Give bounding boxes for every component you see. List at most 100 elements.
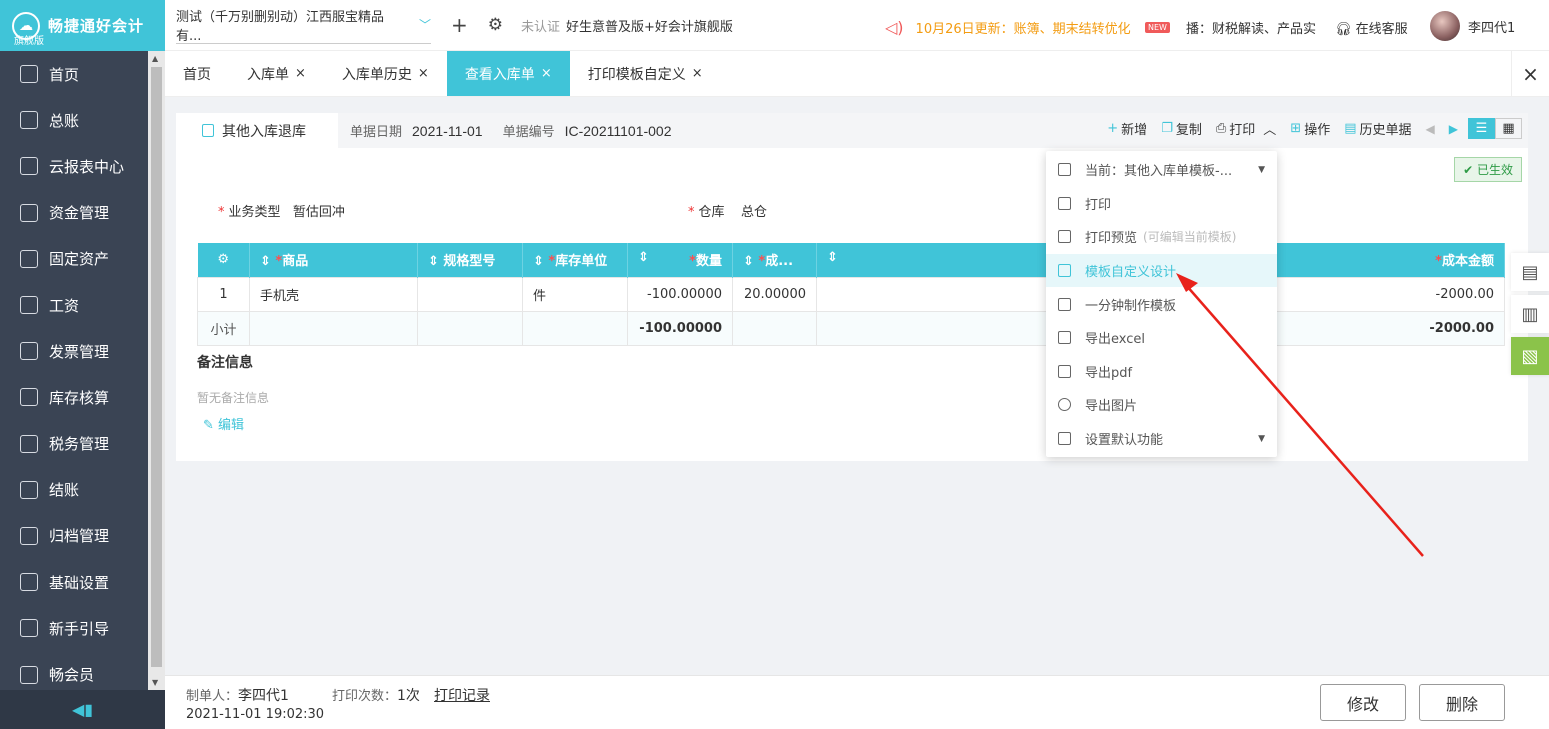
online-service-link[interactable]: 🎧︎ 在线客服 [1335, 18, 1408, 37]
sidebar-item-tax[interactable]: 税务管理 [0, 421, 148, 467]
user-menu[interactable]: 李四代1 [1430, 11, 1515, 41]
sidebar-item-guide[interactable]: 新手引导 [0, 605, 148, 651]
sidebar-item-settings[interactable]: 基础设置 [0, 559, 148, 605]
tab-view-stock-in[interactable]: 查看入库单 × [446, 51, 570, 96]
tab-label: 打印模板自定义 [587, 66, 686, 83]
sidebar-item-home[interactable]: 首页 [0, 51, 148, 97]
cell-empty [522, 310, 628, 346]
delete-button[interactable]: 删除 [1419, 684, 1505, 721]
sidebar-item-label: 结账 [49, 481, 80, 500]
tab-stock-in[interactable]: 入库单 × [229, 51, 324, 96]
play-icon [20, 619, 38, 638]
col-goods[interactable]: ⇕ *商品 [249, 243, 418, 277]
sidebar-item-label: 工资 [49, 296, 80, 315]
cell-empty [732, 310, 817, 346]
cell-empty [249, 310, 418, 346]
report-float-button[interactable]: ▥ [1511, 295, 1549, 333]
table-row[interactable]: 1 手机壳 件 -100.00000 20.00000 -2000.00 [197, 276, 1505, 312]
close-all-tabs-button[interactable]: × [1511, 51, 1549, 97]
broadcast-link[interactable]: NEW 播：财税解读、产品实 [1145, 18, 1316, 37]
app-logo[interactable]: ☁ 畅捷通好会计 旗舰版 [0, 0, 165, 51]
biz-type-field: * 业务类型 暂估回冲 [218, 201, 345, 220]
verify-status[interactable]: 未认证 [521, 16, 560, 35]
sidebar-item-assets[interactable]: 固定资产 [0, 236, 148, 282]
detail-view-icon[interactable]: ▦ [1495, 118, 1522, 139]
scroll-up-icon[interactable]: ▲ [152, 54, 158, 63]
update-notice[interactable]: ◁) 10月26日更新：账簿、期末结转优化 [885, 18, 1131, 37]
menu-item-template-design[interactable]: 模板自定义设计 [1046, 253, 1277, 288]
row-index: 1 [197, 276, 250, 312]
gear-icon[interactable]: ⚙ [488, 15, 503, 35]
remark-empty: 暂无备注信息 [197, 391, 270, 405]
doc-type-tab[interactable]: 其他入库退库 [176, 113, 338, 148]
history-label: 历史单据 [1359, 123, 1412, 138]
gear-icon [20, 573, 38, 592]
sidebar-item-inventory[interactable]: 库存核算 [0, 374, 148, 420]
doc-float-button[interactable]: ▤ [1511, 253, 1549, 291]
menu-item-current-template[interactable]: 当前：其他入库单模板-... ▼ [1046, 153, 1277, 187]
operations-button[interactable]: ⊞ 操作 [1290, 119, 1330, 138]
prev-doc-icon[interactable]: ◀ [1426, 122, 1435, 136]
menu-item-label: 当前：其他入库单模板-... [1085, 164, 1233, 180]
print-button[interactable]: ⎙ 打印 ︿ [1216, 119, 1276, 138]
new-button[interactable]: + 新增 [1107, 119, 1147, 138]
sidebar-item-funds[interactable]: 资金管理 [0, 190, 148, 236]
sidebar-item-closing[interactable]: 结账 [0, 467, 148, 513]
sidebar-item-salary[interactable]: 工资 [0, 282, 148, 328]
close-icon[interactable]: × [295, 66, 306, 81]
list-view-icon[interactable]: ☰ [1468, 118, 1495, 139]
close-icon[interactable]: × [541, 66, 552, 81]
sidebar-item-label: 畅会员 [49, 666, 95, 685]
add-icon[interactable]: + [451, 13, 468, 37]
menu-item-export-image[interactable]: 导出图片 [1046, 388, 1277, 422]
edit-icon: ✎ [203, 418, 219, 433]
tab-home[interactable]: 首页 [165, 51, 229, 96]
task-float-button[interactable]: ▧ [1511, 337, 1549, 375]
excel-icon [1058, 331, 1071, 345]
sidebar-item-ledger[interactable]: 总账 [0, 97, 148, 143]
col-qty[interactable]: ⇕ *数量 [627, 243, 733, 277]
vip-icon [20, 665, 38, 684]
menu-item-default-function[interactable]: 设置默认功能 ▼ [1046, 422, 1277, 456]
check-circle-icon: ✔ [1463, 163, 1477, 177]
col-unit[interactable]: ⇕ *库存单位 [522, 243, 628, 277]
menu-item-print[interactable]: 打印 [1046, 187, 1277, 221]
copy-button[interactable]: ❐ 复制 [1161, 119, 1202, 138]
menu-item-export-excel[interactable]: 导出excel [1046, 321, 1277, 355]
user-name: 李四代1 [1468, 20, 1516, 36]
cell-unit: 件 [522, 276, 628, 312]
col-header: 商品 [282, 254, 309, 270]
column-settings[interactable]: ⚙ [197, 243, 250, 277]
doc-date: 2021-11-01 [412, 122, 483, 139]
scrollbar-thumb[interactable] [151, 67, 162, 667]
template-design-icon [1058, 264, 1071, 278]
print-records-link[interactable]: 打印记录 [434, 685, 490, 705]
col-header: 成... [765, 254, 794, 270]
tab-stock-in-history[interactable]: 入库单历史 × [324, 51, 447, 96]
history-button[interactable]: ▤ 历史单据 [1344, 119, 1411, 138]
sidebar-item-label: 资金管理 [49, 204, 110, 223]
close-icon[interactable]: × [418, 66, 429, 81]
menu-item-export-pdf[interactable]: 导出pdf [1046, 355, 1277, 389]
collapse-sidebar-button[interactable]: ◀▮ [0, 690, 165, 729]
doc-no: IC-20211101-002 [564, 122, 672, 139]
edit-button[interactable]: 修改 [1320, 684, 1406, 721]
next-doc-icon[interactable]: ▶ [1449, 122, 1458, 136]
scroll-down-icon[interactable]: ▼ [152, 678, 158, 687]
image-icon [1058, 398, 1071, 412]
notice-text: 10月26日更新：账簿、期末结转优化 [915, 22, 1131, 37]
archive-icon [20, 526, 38, 545]
menu-item-quick-template[interactable]: 一分钟制作模板 [1046, 287, 1277, 321]
company-selector[interactable]: 测试（千万别删别动）江西服宝精品有... ﹀ [176, 6, 431, 44]
document-check-icon: ▤ [1521, 261, 1539, 283]
remark-edit-link[interactable]: ✎ 编辑 [203, 414, 244, 433]
sidebar-item-archive[interactable]: 归档管理 [0, 513, 148, 559]
col-cost[interactable]: ⇕ *成... [732, 243, 817, 277]
close-icon[interactable]: × [692, 66, 703, 81]
menu-item-print-preview[interactable]: 打印预览 (可编辑当前模板) [1046, 220, 1277, 254]
tab-print-template[interactable]: 打印模板自定义 × [570, 51, 721, 96]
col-spec[interactable]: ⇕ 规格型号 [417, 243, 523, 277]
sidebar-scrollbar[interactable]: ▲ ▼ [148, 51, 165, 690]
sidebar-item-reports[interactable]: 云报表中心 [0, 143, 148, 189]
sidebar-item-invoice[interactable]: 发票管理 [0, 328, 148, 374]
